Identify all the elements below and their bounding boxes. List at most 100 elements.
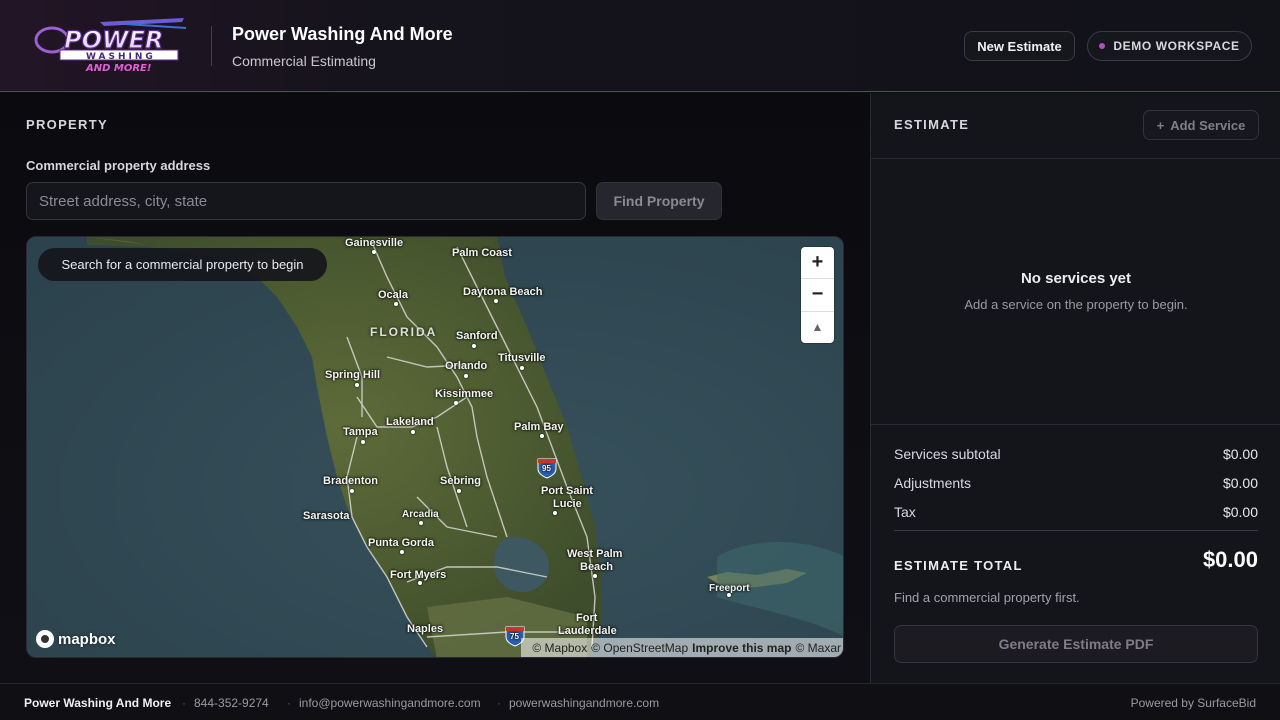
city-label: Palm Coast bbox=[452, 247, 512, 259]
city-label: Arcadia bbox=[402, 509, 439, 520]
city-label: Sebring bbox=[440, 475, 481, 487]
attribution-mapbox-link[interactable]: © Mapbox bbox=[532, 641, 587, 655]
city-dot bbox=[355, 383, 359, 387]
city-label: Lauderdale bbox=[558, 625, 617, 637]
city-label: Kissimmee bbox=[435, 388, 494, 400]
city-dot bbox=[418, 581, 422, 585]
city-dot bbox=[400, 550, 404, 554]
city-dot bbox=[540, 434, 544, 438]
subtotal-label: Services subtotal bbox=[894, 446, 1001, 462]
city-dot bbox=[494, 299, 498, 303]
footer-separator: · bbox=[497, 696, 501, 710]
find-property-button[interactable]: Find Property bbox=[596, 182, 722, 220]
subtotal-row: Services subtotal $0.00 bbox=[894, 446, 1258, 462]
footer-website-link[interactable]: powerwashingandmore.com bbox=[509, 696, 659, 710]
plus-icon: + bbox=[1156, 117, 1165, 133]
workspace-badge[interactable]: DEMO WORKSPACE bbox=[1087, 31, 1252, 61]
attribution-osm-link[interactable]: © OpenStreetMap bbox=[591, 641, 688, 655]
city-dot bbox=[350, 489, 354, 493]
city-dot bbox=[411, 430, 415, 434]
tax-label: Tax bbox=[894, 504, 916, 520]
map-controls: + − ▲ bbox=[801, 247, 834, 343]
estimate-header: ESTIMATE + Add Service bbox=[871, 93, 1280, 159]
city-label: Ocala bbox=[378, 289, 408, 301]
improve-map-link[interactable]: Improve this map bbox=[692, 641, 791, 655]
i75-label: 75 bbox=[510, 632, 519, 641]
city-dot bbox=[464, 374, 468, 378]
empty-state-subtitle: Add a service on the property to begin. bbox=[964, 297, 1188, 312]
estimate-total-label: ESTIMATE TOTAL bbox=[894, 558, 1023, 573]
adjustments-value: $0.00 bbox=[1222, 475, 1258, 491]
city-label: Naples bbox=[407, 623, 444, 635]
city-dot bbox=[361, 440, 365, 444]
city-label: West Palm bbox=[567, 548, 623, 560]
generate-pdf-button[interactable]: Generate Estimate PDF bbox=[894, 625, 1258, 663]
city-label: Daytona Beach bbox=[463, 286, 543, 298]
company-logo[interactable]: POWER WASHING AND MORE! bbox=[30, 14, 190, 76]
tax-row: Tax $0.00 bbox=[894, 504, 1258, 520]
footer-separator: · bbox=[182, 696, 186, 710]
zoom-in-icon[interactable]: + bbox=[801, 247, 834, 280]
footer-phone-link[interactable]: 844-352-9274 bbox=[194, 696, 269, 710]
footer-email-link[interactable]: info@powerwashingandmore.com bbox=[299, 696, 481, 710]
city-dot bbox=[553, 511, 557, 515]
city-label: Palm Bay bbox=[514, 421, 564, 433]
subtotal-value: $0.00 bbox=[1222, 446, 1258, 462]
city-label: Titusville bbox=[498, 352, 546, 364]
address-input[interactable] bbox=[26, 182, 586, 220]
city-label: Sanford bbox=[456, 330, 498, 342]
city-label: Fort bbox=[576, 612, 598, 624]
app-header: POWER WASHING AND MORE! Power Washing An… bbox=[0, 0, 1280, 92]
property-panel: PROPERTY Commercial property address Fin… bbox=[0, 93, 870, 683]
logo-word-andmore: AND MORE! bbox=[85, 63, 151, 74]
city-label: Punta Gorda bbox=[368, 537, 435, 549]
zoom-out-icon[interactable]: − bbox=[801, 279, 834, 312]
city-label: Tampa bbox=[343, 426, 378, 438]
estimate-panel: ESTIMATE + Add Service No services yet A… bbox=[870, 93, 1280, 683]
footer-separator: · bbox=[287, 696, 291, 710]
footer-company: Power Washing And More bbox=[24, 696, 172, 710]
map-terrain bbox=[27, 237, 843, 657]
app-subtitle: Commercial Estimating bbox=[232, 53, 376, 69]
city-label: Lakeland bbox=[386, 416, 434, 428]
city-label: Spring Hill bbox=[325, 369, 380, 381]
estimate-note: Find a commercial property first. bbox=[894, 590, 1080, 605]
city-label: Orlando bbox=[445, 360, 488, 372]
city-label: Sarasota bbox=[303, 510, 350, 522]
header-divider bbox=[211, 26, 212, 66]
city-dot bbox=[394, 302, 398, 306]
attribution-maxar-link[interactable]: © Maxar bbox=[795, 641, 841, 655]
footer-powered-by[interactable]: Powered by SurfaceBid bbox=[1131, 696, 1256, 710]
city-dot bbox=[419, 521, 423, 525]
city-dot bbox=[593, 574, 597, 578]
empty-state-title: No services yet bbox=[1020, 270, 1132, 287]
totals-section: Services subtotal $0.00 Adjustments $0.0… bbox=[871, 424, 1280, 683]
city-dot bbox=[457, 489, 461, 493]
city-label: Beach bbox=[580, 561, 614, 573]
map-attribution: © Mapbox © OpenStreetMap Improve this ma… bbox=[521, 638, 843, 657]
compass-icon[interactable]: ▲ bbox=[801, 312, 834, 343]
property-section-title: PROPERTY bbox=[26, 117, 108, 132]
city-dot bbox=[372, 250, 376, 254]
totals-divider bbox=[894, 530, 1258, 531]
status-dot-icon bbox=[1099, 43, 1106, 49]
add-service-button[interactable]: + Add Service bbox=[1143, 110, 1259, 140]
adjustments-row: Adjustments $0.00 bbox=[894, 475, 1258, 491]
address-field-label: Commercial property address bbox=[26, 158, 211, 173]
city-label: Bradenton bbox=[323, 475, 378, 487]
adjustments-label: Adjustments bbox=[894, 475, 972, 491]
state-label: FLORIDA bbox=[370, 325, 438, 339]
new-estimate-button[interactable]: New Estimate bbox=[964, 31, 1075, 61]
tax-value: $0.00 bbox=[1222, 504, 1258, 520]
mapbox-logo[interactable]: mapbox bbox=[36, 629, 116, 649]
company-name: Power Washing And More bbox=[232, 24, 453, 44]
mapbox-logo-text: mapbox bbox=[58, 630, 116, 648]
workspace-label: DEMO WORKSPACE bbox=[1113, 39, 1240, 53]
logo-word-washing: WASHING bbox=[86, 52, 156, 62]
city-dot bbox=[454, 401, 458, 405]
app-footer: Power Washing And More · 844-352-9274 · … bbox=[0, 683, 1280, 720]
mapbox-mark-icon bbox=[36, 630, 54, 648]
map-view[interactable]: 95 75 Gainesville Palm Coast Ocala Dayto… bbox=[26, 236, 844, 658]
city-label: Gainesville bbox=[345, 237, 404, 249]
estimate-total-value: $0.00 bbox=[1202, 547, 1258, 572]
